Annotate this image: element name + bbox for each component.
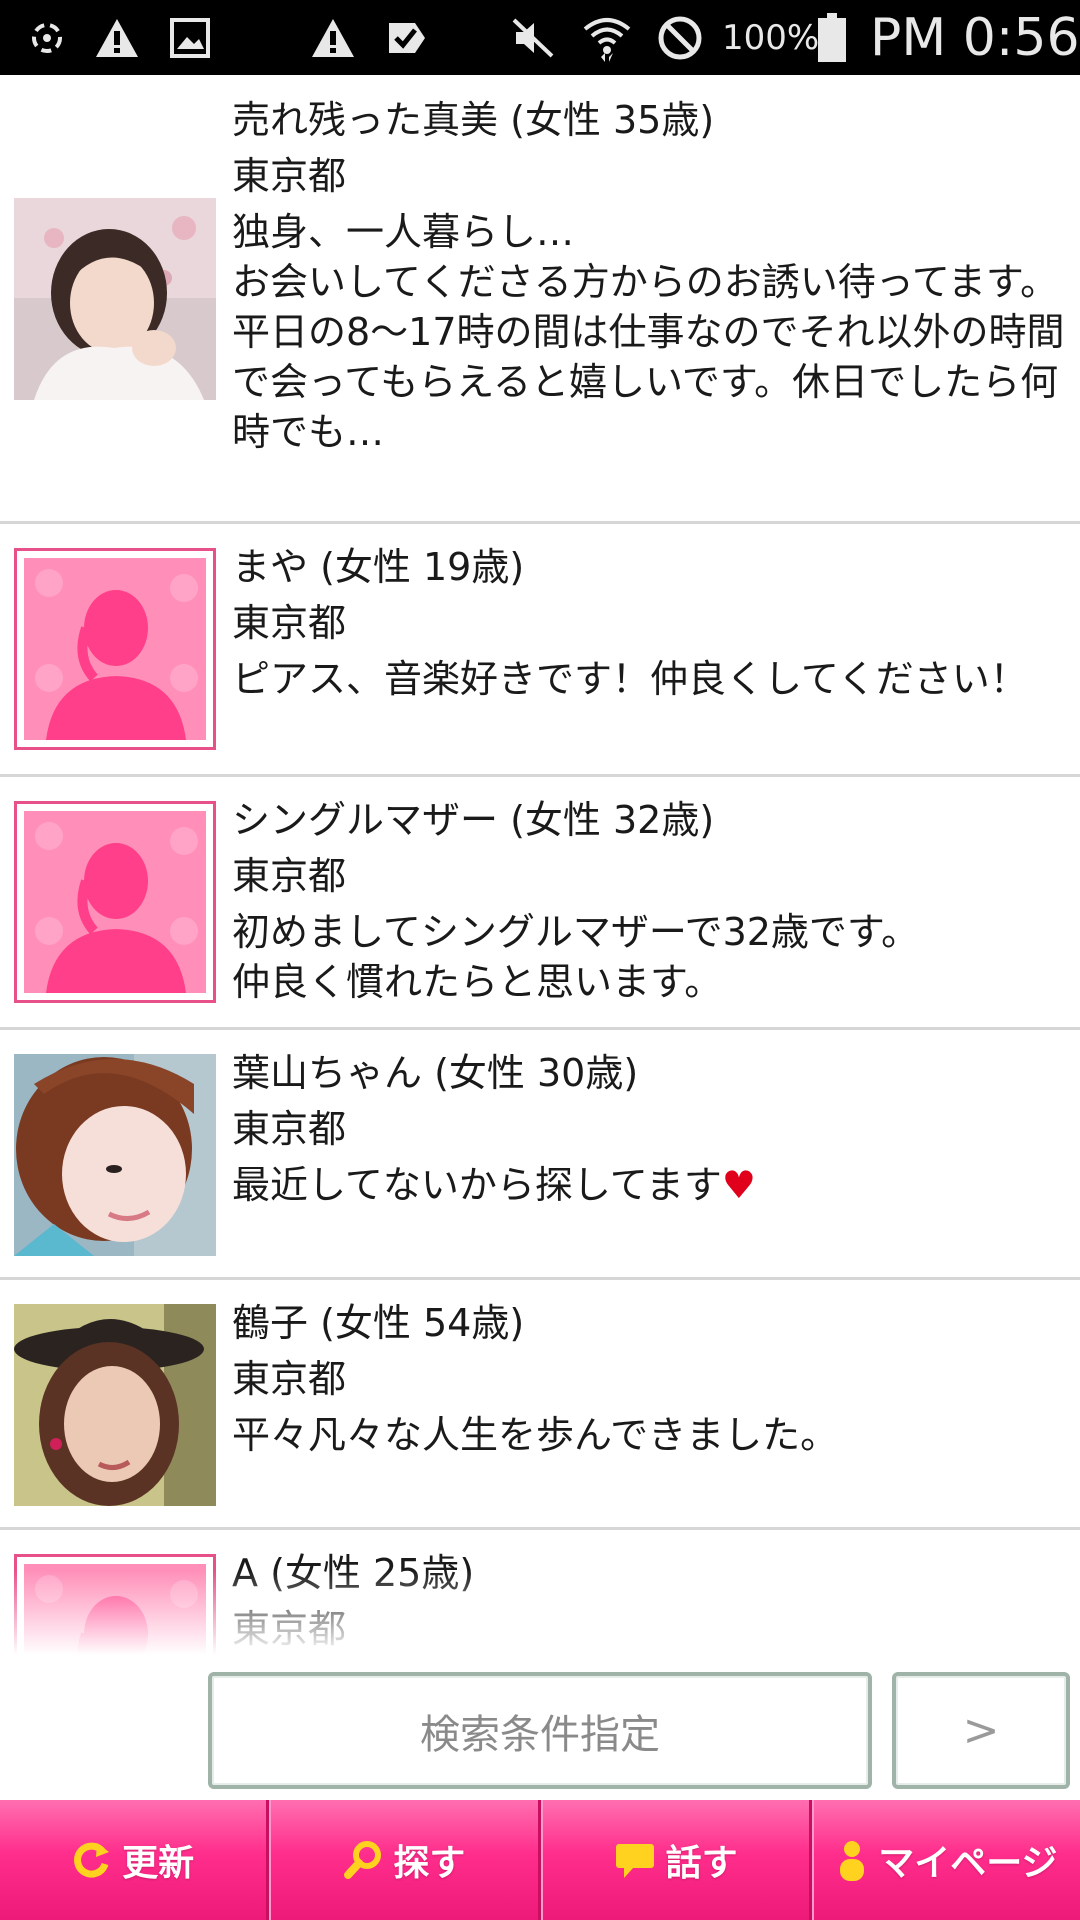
- profile-location: 東京都: [232, 1107, 347, 1151]
- profile-message: 独身、一人暮らし… お会いしてくださる方からのお誘い待ってます。 平日の8〜17…: [232, 210, 1065, 454]
- profile-location: 東京都: [232, 854, 347, 898]
- profile-name: 葉山ちゃん (女性 30歳): [232, 1051, 639, 1095]
- bottom-nav: 更新 探す 話す マイページ: [0, 1800, 1080, 1920]
- profile-message: 平々凡々な人生を歩んできました。: [232, 1413, 839, 1457]
- nav-search-button[interactable]: 探す: [269, 1800, 541, 1920]
- profile-name: 鶴子 (女性 54歳): [232, 1301, 525, 1345]
- avatar-placeholder[interactable]: [14, 801, 216, 1003]
- sync-off-icon: [22, 10, 72, 66]
- profile-text: シングルマザー (女性 32歳) 東京都 初めましてシングルマザーで32歳です。…: [232, 795, 1068, 1007]
- nav-mypage-button[interactable]: マイページ: [811, 1800, 1080, 1920]
- profile-name: A (女性 25歳): [232, 1551, 475, 1595]
- heart-icon: ♥: [721, 1163, 756, 1207]
- profile-text: まや (女性 19歳) 東京都 ピアス、音楽好きです！仲良くしてください！: [232, 542, 1068, 704]
- list-item[interactable]: 鶴子 (女性 54歳) 東京都 平々凡々な人生を歩んできました。: [0, 1280, 1080, 1530]
- nav-talk-label: 話す: [665, 1843, 738, 1884]
- wifi-icon: [580, 10, 634, 66]
- magnifier-icon: [343, 1840, 383, 1880]
- next-page-button[interactable]: >: [892, 1672, 1070, 1789]
- list-item[interactable]: まや (女性 19歳) 東京都 ピアス、音楽好きです！仲良くしてください！: [0, 524, 1080, 777]
- person-icon: [836, 1839, 868, 1881]
- profile-message-text: 最近してないから探してます: [232, 1163, 722, 1207]
- avatar[interactable]: [14, 1054, 216, 1256]
- profile-text: 鶴子 (女性 54歳) 東京都 平々凡々な人生を歩んできました。: [232, 1298, 1068, 1460]
- avatar-placeholder[interactable]: [14, 548, 216, 750]
- search-conditions-button[interactable]: 検索条件指定: [208, 1672, 872, 1789]
- nav-refresh-button[interactable]: 更新: [0, 1800, 270, 1920]
- profile-message: 最近してないから探してます♥: [232, 1160, 1068, 1210]
- profile-text: 売れ残った真美 (女性 35歳) 東京都 独身、一人暮らし… お会いしてくださる…: [232, 95, 1068, 457]
- check-tag-icon: [382, 10, 432, 66]
- profile-message: 初めましてシングルマザーで32歳です。 仲良く慣れたらと思います。: [232, 910, 920, 1004]
- nav-search-label: 探す: [393, 1843, 466, 1884]
- speech-bubble-icon: [614, 1840, 656, 1880]
- mute-icon: [508, 10, 558, 66]
- profile-location: 東京都: [232, 601, 347, 645]
- profile-message: ピアス、音楽好きです！仲良くしてください！: [232, 657, 1028, 701]
- battery-percent: 100%: [722, 17, 820, 58]
- block-icon: [654, 10, 706, 66]
- list-item[interactable]: A (女性 25歳) 東京都: [0, 1530, 1080, 1660]
- avatar-placeholder[interactable]: [14, 1554, 216, 1660]
- list-item[interactable]: 売れ残った真美 (女性 35歳) 東京都 独身、一人暮らし… お会いしてくださる…: [0, 75, 1080, 524]
- clock: PM 0:56: [870, 7, 1080, 68]
- list-item[interactable]: 葉山ちゃん (女性 30歳) 東京都 最近してないから探してます♥: [0, 1030, 1080, 1280]
- image-icon: [166, 10, 214, 66]
- profile-text: 葉山ちゃん (女性 30歳) 東京都 最近してないから探してます♥: [232, 1048, 1068, 1210]
- profile-feed[interactable]: 売れ残った真美 (女性 35歳) 東京都 独身、一人暮らし… お会いしてくださる…: [0, 75, 1080, 1660]
- nav-mypage-label: マイページ: [878, 1843, 1058, 1884]
- avatar[interactable]: [14, 198, 216, 400]
- profile-location: 東京都: [232, 154, 347, 198]
- refresh-icon: [72, 1840, 112, 1880]
- profile-name: シングルマザー (女性 32歳): [232, 798, 715, 842]
- warning-icon: [308, 10, 358, 66]
- nav-refresh-label: 更新: [122, 1843, 195, 1884]
- nav-talk-button[interactable]: 話す: [540, 1800, 812, 1920]
- status-bar: 100% PM 0:56: [0, 0, 1080, 75]
- avatar[interactable]: [14, 1304, 216, 1506]
- profile-location: 東京都: [232, 1607, 347, 1651]
- profile-name: まや (女性 19歳): [232, 545, 525, 589]
- profile-location: 東京都: [232, 1357, 347, 1401]
- profile-name: 売れ残った真美 (女性 35歳): [232, 98, 715, 142]
- profile-text: A (女性 25歳) 東京都: [232, 1548, 1068, 1660]
- warning-icon: [92, 10, 142, 66]
- battery-icon: [814, 10, 850, 66]
- list-item[interactable]: シングルマザー (女性 32歳) 東京都 初めましてシングルマザーで32歳です。…: [0, 777, 1080, 1030]
